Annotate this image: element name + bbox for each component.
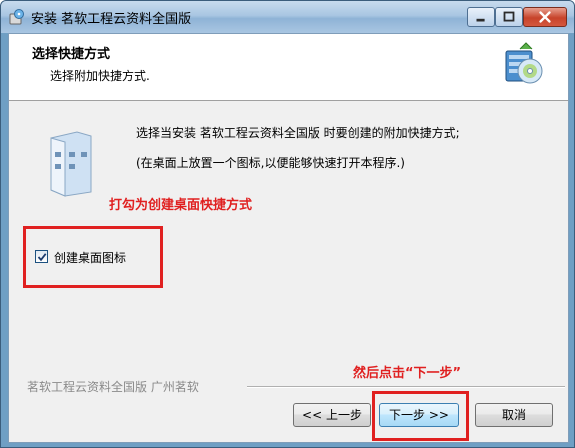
cancel-button[interactable]: 取消 xyxy=(475,403,553,427)
install-disc-icon xyxy=(500,41,546,87)
back-button[interactable]: << 上一步 xyxy=(293,403,371,427)
page-title: 选择快捷方式 xyxy=(32,47,111,62)
next-hint-annotation: 然后点击“下一步” xyxy=(353,366,462,381)
next-button[interactable]: 下一步 >> xyxy=(379,403,459,427)
close-button[interactable] xyxy=(523,7,567,27)
window-title: 安装 茗软工程云资料全国版 xyxy=(31,12,192,27)
create-desktop-icon-checkbox[interactable] xyxy=(35,250,48,263)
page-subtitle: 选择附加快捷方式. xyxy=(50,69,150,83)
description-line-2: (在桌面上放置一个图标,以便能够快速打开本程序.) xyxy=(136,156,405,170)
create-desktop-icon-label[interactable]: 创建桌面图标 xyxy=(54,249,126,266)
brand-footer: 茗软工程云资料全国版 广州茗软 xyxy=(27,378,565,394)
minimize-button[interactable] xyxy=(467,7,495,27)
title-bar[interactable]: 安装 茗软工程云资料全国版 xyxy=(1,1,574,33)
footer-divider xyxy=(247,386,565,388)
brand-text: 茗软工程云资料全国版 广州茗软 xyxy=(27,380,199,394)
checkbox-hint-annotation: 打勾为创建桌面快捷方式 xyxy=(109,198,253,213)
shortcut-folder-icon xyxy=(47,130,95,198)
installer-client-area: 选择快捷方式 选择附加快捷方式. 选择当安装 茗软工程云资料全国版 时要创建的附… xyxy=(8,33,569,443)
installer-window: 安装 茗软工程云资料全国版 选择快捷方式 选择附加快捷方式. 选择当安装 茗软工… xyxy=(0,0,575,448)
wizard-header: 选择快捷方式 选择附加快捷方式. xyxy=(9,34,568,101)
installer-icon xyxy=(9,9,25,25)
maximize-button[interactable] xyxy=(495,7,523,27)
description-line-1: 选择当安装 茗软工程云资料全国版 时要创建的附加快捷方式; xyxy=(136,126,460,140)
